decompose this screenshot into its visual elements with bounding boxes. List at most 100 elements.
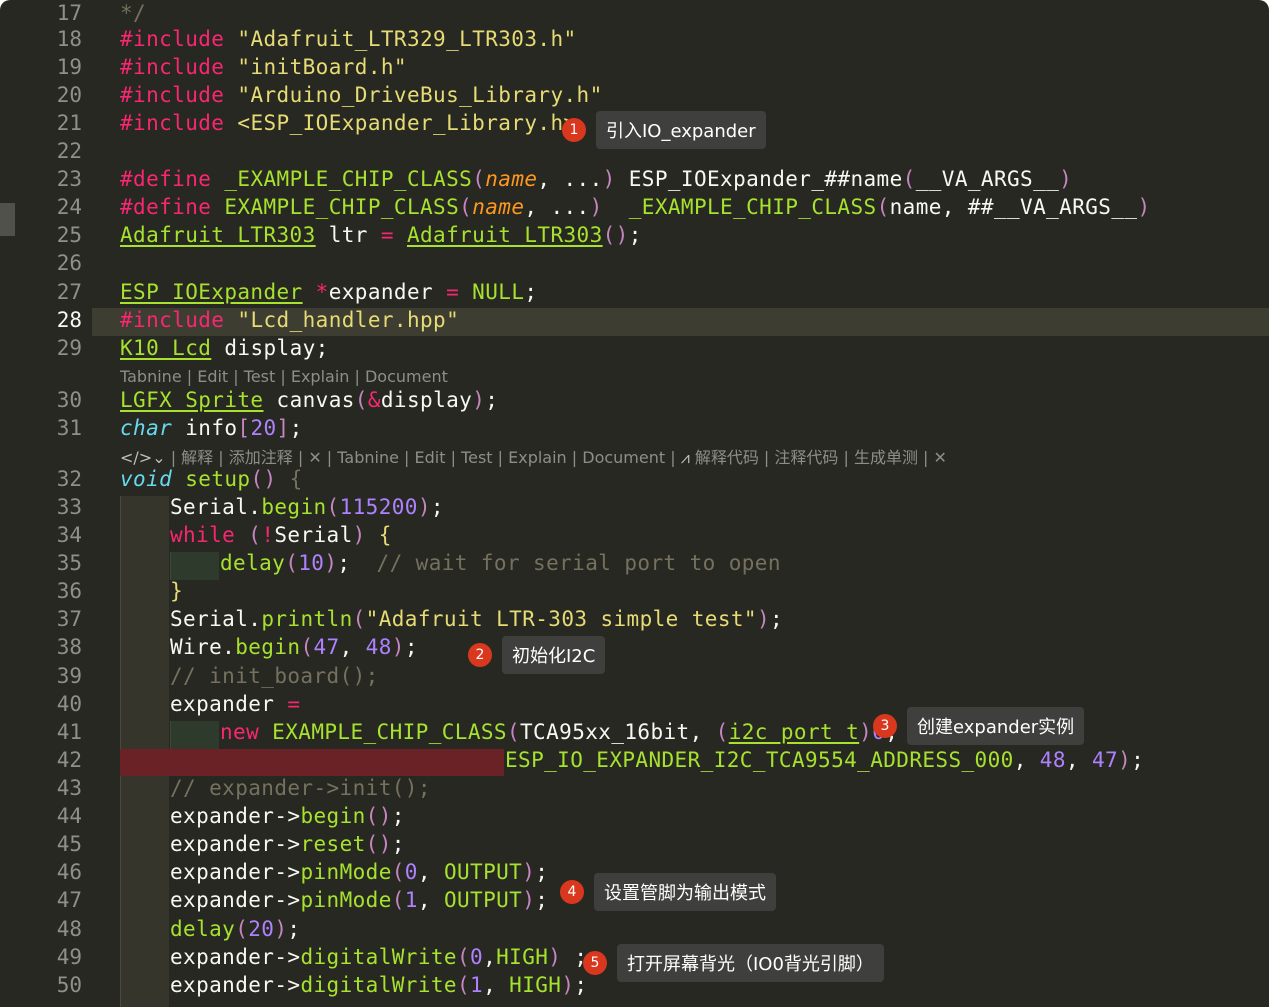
paren: ( xyxy=(456,973,471,997)
gutter-marker xyxy=(0,203,15,236)
close-icon[interactable]: ✕ xyxy=(308,448,321,467)
text: Serial. xyxy=(170,495,262,519)
code-line-17[interactable]: */ xyxy=(120,1,146,25)
code-line-34[interactable]: while (!Serial) { xyxy=(170,523,392,547)
code-line-40[interactable]: expander = xyxy=(170,692,300,716)
paren: () xyxy=(365,804,392,828)
type-name: LGFX_Sprite xyxy=(120,388,264,412)
error-highlight xyxy=(120,749,504,776)
paren: ) xyxy=(522,860,536,884)
text: , ... xyxy=(537,167,603,191)
paren: ) xyxy=(1118,748,1132,772)
string: "Arduino_DriveBus_Library.h" xyxy=(237,83,603,107)
line-number: 37 xyxy=(56,607,82,631)
code-line-28[interactable]: #include "Lcd_handler.hpp" xyxy=(120,308,459,332)
code-line-49[interactable]: expander->digitalWrite(0,HIGH) ; xyxy=(170,945,587,969)
text: expander-> xyxy=(170,860,301,884)
annotation-badge: 1 xyxy=(562,118,586,142)
text: __VA_ARGS__ xyxy=(915,167,1060,191)
line-number: 22 xyxy=(56,139,82,163)
function-name: delay xyxy=(220,551,286,575)
close-icon[interactable]: ✕ xyxy=(934,448,947,467)
lens-actions[interactable]: 解释代码 | 注释代码 | 生成单测 | xyxy=(690,448,934,467)
paren: ) xyxy=(859,720,873,744)
paren: ( xyxy=(459,195,473,219)
function-name: begin xyxy=(261,495,327,519)
code-line-18[interactable]: #include "Adafruit_LTR329_LTR303.h" xyxy=(120,27,577,51)
line-number: 48 xyxy=(56,917,82,941)
lens-actions[interactable]: | Tabnine | Edit | Test | Explain | Docu… xyxy=(322,448,681,467)
number: 10 xyxy=(298,551,325,575)
string: "Adafruit_LTR329_LTR303.h" xyxy=(237,27,577,51)
paren: ) xyxy=(472,388,486,412)
line-number: 21 xyxy=(56,111,82,135)
annotation-label: 初始化I2C xyxy=(502,636,606,674)
code-line-47[interactable]: expander->pinMode(1, OUTPUT); xyxy=(170,888,548,912)
line-number: 42 xyxy=(56,748,82,772)
number: 20 xyxy=(248,917,275,941)
annotation-label: 引入IO_expander xyxy=(596,111,766,149)
code-line-21[interactable]: #include <ESP_IOExpander_Library.h> xyxy=(120,111,577,135)
code-line-32[interactable]: void setup() { xyxy=(120,467,303,491)
code-line-42[interactable]: ESP_IO_EXPANDER_I2C_TCA9554_ADDRESS_000,… xyxy=(505,748,1144,772)
code-line-29[interactable]: K10_Lcd display; xyxy=(120,336,329,360)
code-editor[interactable]: 17 18 19 20 21 22 23 24 25 26 27 28 29 30 31 32 33 34 35 36… xyxy=(0,0,1269,1007)
paren: ( xyxy=(300,635,314,659)
paren: ( xyxy=(506,720,521,744)
code-line-20[interactable]: #include "Arduino_DriveBus_Library.h" xyxy=(120,83,603,107)
text: , xyxy=(483,945,497,969)
text: ESP_IOExpander_##name xyxy=(615,167,903,191)
lens-actions[interactable]: | 解释 | 添加注释 | xyxy=(166,448,309,467)
code-line-35[interactable]: delay(10); // wait for serial port to op… xyxy=(220,551,781,575)
string: "Adafruit LTR-303 simple test" xyxy=(365,607,757,631)
text: Serial. xyxy=(170,607,262,631)
keyword: void xyxy=(120,467,173,491)
text: ltr xyxy=(315,223,381,247)
line-number: 23 xyxy=(56,167,82,191)
code-line-39[interactable]: // init_board(); xyxy=(170,664,379,688)
code-line-31[interactable]: char info[20]; xyxy=(120,416,303,440)
code-line-23[interactable]: #define _EXAMPLE_CHIP_CLASS(name, ...) E… xyxy=(120,167,1072,191)
function-name: println xyxy=(261,607,353,631)
number: 1 xyxy=(470,973,484,997)
line-number: 32 xyxy=(56,467,82,491)
line-number: 36 xyxy=(56,579,82,603)
code-line-24[interactable]: #define EXAMPLE_CHIP_CLASS(name, ...) _E… xyxy=(120,195,1150,219)
code-assist-icon[interactable]: </>⌄ xyxy=(120,448,166,467)
code-line-37[interactable]: Serial.println("Adafruit LTR-303 simple … xyxy=(170,607,783,631)
number: 115200 xyxy=(339,495,418,519)
code-line-38[interactable]: Wire.begin(47, 48); xyxy=(170,635,418,659)
line-number: 27 xyxy=(56,280,82,304)
code-line-30[interactable]: LGFX_Sprite canvas(&display); xyxy=(120,388,498,412)
code-line-36[interactable]: } xyxy=(170,579,183,603)
line-number: 19 xyxy=(56,55,82,79)
code-line-46[interactable]: expander->pinMode(0, OUTPUT); xyxy=(170,860,548,884)
code-line-48[interactable]: delay(20); xyxy=(170,917,300,941)
code-lens[interactable]: Tabnine | Edit | Test | Explain | Docume… xyxy=(120,367,448,386)
code-line-43[interactable]: // expander->init(); xyxy=(170,776,431,800)
constant: HIGH xyxy=(509,973,562,997)
code-line-45[interactable]: expander->reset(); xyxy=(170,832,405,856)
keyword: #define xyxy=(120,167,212,191)
code-line-19[interactable]: #include "initBoard.h" xyxy=(120,55,407,79)
macro-name: EXAMPLE_CHIP_CLASS xyxy=(224,195,460,219)
text: ; xyxy=(404,635,418,659)
number: 48 xyxy=(1039,748,1066,772)
text: ; xyxy=(365,664,379,688)
text: expander-> xyxy=(170,804,301,828)
code-line-50[interactable]: expander->digitalWrite(1, HIGH); xyxy=(170,973,587,997)
keyword: #include xyxy=(120,308,225,332)
code-line-41[interactable]: new EXAMPLE_CHIP_CLASS(TCA95xx_16bit, (i… xyxy=(220,720,898,744)
code-line-27[interactable]: ESP_IOExpander *expander = NULL; xyxy=(120,280,537,304)
constant: OUTPUT xyxy=(443,860,523,884)
code-lens-2[interactable]: </>⌄ | 解释 | 添加注释 | ✕ | Tabnine | Edit | … xyxy=(120,444,947,468)
keyword: #include xyxy=(120,111,225,135)
code-line-25[interactable]: Adafruit_LTR303 ltr = Adafruit_LTR303(); xyxy=(120,223,642,247)
paren: () xyxy=(391,776,418,800)
code-line-44[interactable]: expander->begin(); xyxy=(170,804,405,828)
paren: ( xyxy=(352,607,366,631)
code-line-33[interactable]: Serial.begin(115200); xyxy=(170,495,444,519)
text: ; xyxy=(770,607,784,631)
keyword: new xyxy=(220,720,260,744)
string: "initBoard.h" xyxy=(237,55,407,79)
